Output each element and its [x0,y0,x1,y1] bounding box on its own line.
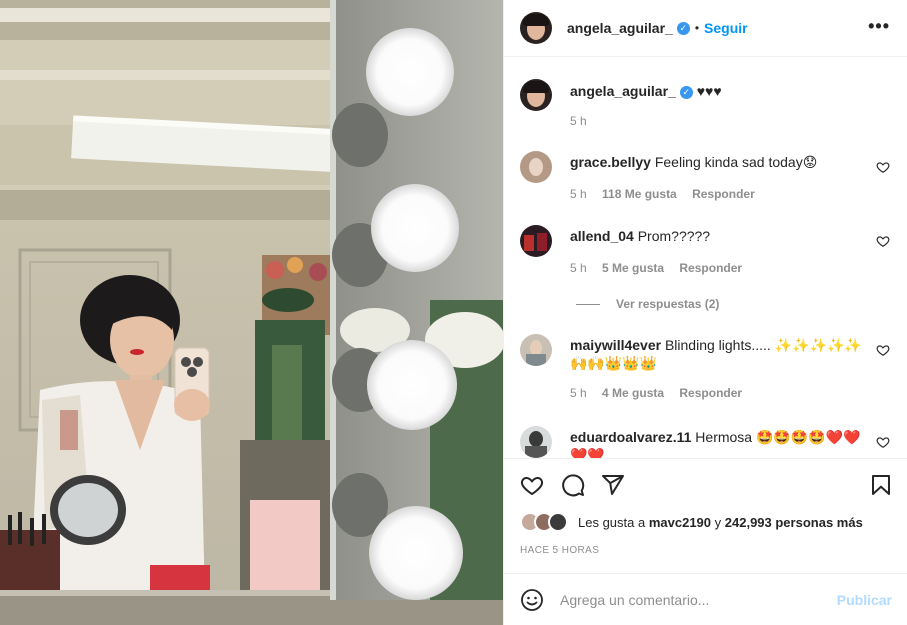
comment-meta: 5 h 4 Me gusta Responder [570,386,754,400]
caption-username[interactable]: angela_aguilar_ [570,83,676,99]
comment-text: eduardoalvarez.11 Hermosa 🤩🤩🤩🤩❤️❤️ ❤️❤️ [570,428,870,458]
comment-time: 5 h [570,386,587,400]
comment-text: maiywill4ever Blinding lights..... ✨✨✨✨✨… [570,336,870,372]
comment-likes[interactable]: 118 Me gusta [602,187,677,201]
liker-avatar[interactable] [548,512,568,532]
follow-button[interactable]: Seguir [704,20,748,36]
likes-first-user[interactable]: mavc2190 [649,515,711,530]
comment-heart-icon[interactable] [876,343,890,357]
verified-badge-icon: ✓ [679,85,693,99]
caption-meta: 5 h [570,114,599,128]
caption-time: 5 h [570,114,587,128]
comment-heart-icon[interactable] [876,435,890,449]
comment-meta: 5 h 118 Me gusta Responder [570,187,767,201]
post-timestamp[interactable]: HACE 5 HORAS [520,545,599,556]
verified-badge-icon: ✓ [676,21,690,35]
comment-time: 5 h [570,187,587,201]
heart-icon[interactable] [520,473,544,497]
comment-likes[interactable]: 4 Me gusta [602,386,664,400]
comment-heart-icon[interactable] [876,160,890,174]
post-photo[interactable] [0,0,503,625]
comment-meta: 5 h 5 Me gusta Responder [570,261,754,275]
comment-likes[interactable]: 5 Me gusta [602,261,664,275]
liker-avatars [520,512,568,532]
post-actions-bar [504,458,907,508]
comment-icon[interactable] [561,473,585,497]
commenter-avatar[interactable] [520,426,552,458]
more-dots-icon[interactable]: ••• [868,17,890,35]
emoji-smile-icon[interactable] [520,588,544,612]
comment-text: grace.bellyy Feeling kinda sad today😟 [570,153,870,171]
send-icon[interactable] [601,473,625,497]
publish-button[interactable]: Publicar [837,592,892,608]
commenter-username[interactable]: eduardoalvarez.11 [570,429,691,445]
commenter-username[interactable]: maiywill4ever [570,337,661,353]
comment-body: Prom????? [637,228,711,244]
post-header: angela_aguilar_ ✓ • Seguir ••• [504,0,907,57]
caption-body: ♥♥♥ [696,83,722,99]
comment-composer: Publicar [504,573,907,625]
caption-text: angela_aguilar_ ✓ ♥♥♥ [570,82,870,100]
post-photo-image [0,0,503,625]
bookmark-icon[interactable] [869,473,893,497]
reply-button[interactable]: Responder [692,187,755,201]
likes-others[interactable]: 242,993 personas más [725,515,863,530]
commenter-username[interactable]: allend_04 [570,228,634,244]
author-username[interactable]: angela_aguilar_ [567,20,673,36]
commenter-avatar[interactable] [520,334,552,366]
commenter-username[interactable]: grace.bellyy [570,154,651,170]
instagram-post-view: angela_aguilar_ ✓ • Seguir ••• angela_ag… [0,0,907,625]
comments-list[interactable]: angela_aguilar_ ✓ ♥♥♥ 5 h grace.bellyy Fe… [504,57,907,458]
likes-summary: Les gusta a mavc2190 y 242,993 personas … [520,512,863,532]
likes-prefix: Les gusta a [578,514,646,530]
comment-heart-icon[interactable] [876,234,890,248]
separator-dot: • [694,21,700,35]
post-sidebar: angela_aguilar_ ✓ • Seguir ••• angela_ag… [503,0,907,625]
caption-avatar[interactable] [520,79,552,111]
view-replies-label[interactable]: Ver respuestas (2) [616,297,719,311]
commenter-avatar[interactable] [520,151,552,183]
reply-button[interactable]: Responder [679,261,742,275]
reply-button[interactable]: Responder [679,386,742,400]
comment-time: 5 h [570,261,587,275]
comment-input[interactable] [560,588,830,612]
comment-body: Feeling kinda sad today😟 [654,154,818,170]
view-replies-button[interactable]: Ver respuestas (2) [576,297,719,311]
author-avatar[interactable] [520,12,552,44]
commenter-avatar[interactable] [520,225,552,257]
likes-connector: y [714,514,722,530]
replies-divider-line [576,303,600,305]
comment-text: allend_04 Prom????? [570,227,870,245]
